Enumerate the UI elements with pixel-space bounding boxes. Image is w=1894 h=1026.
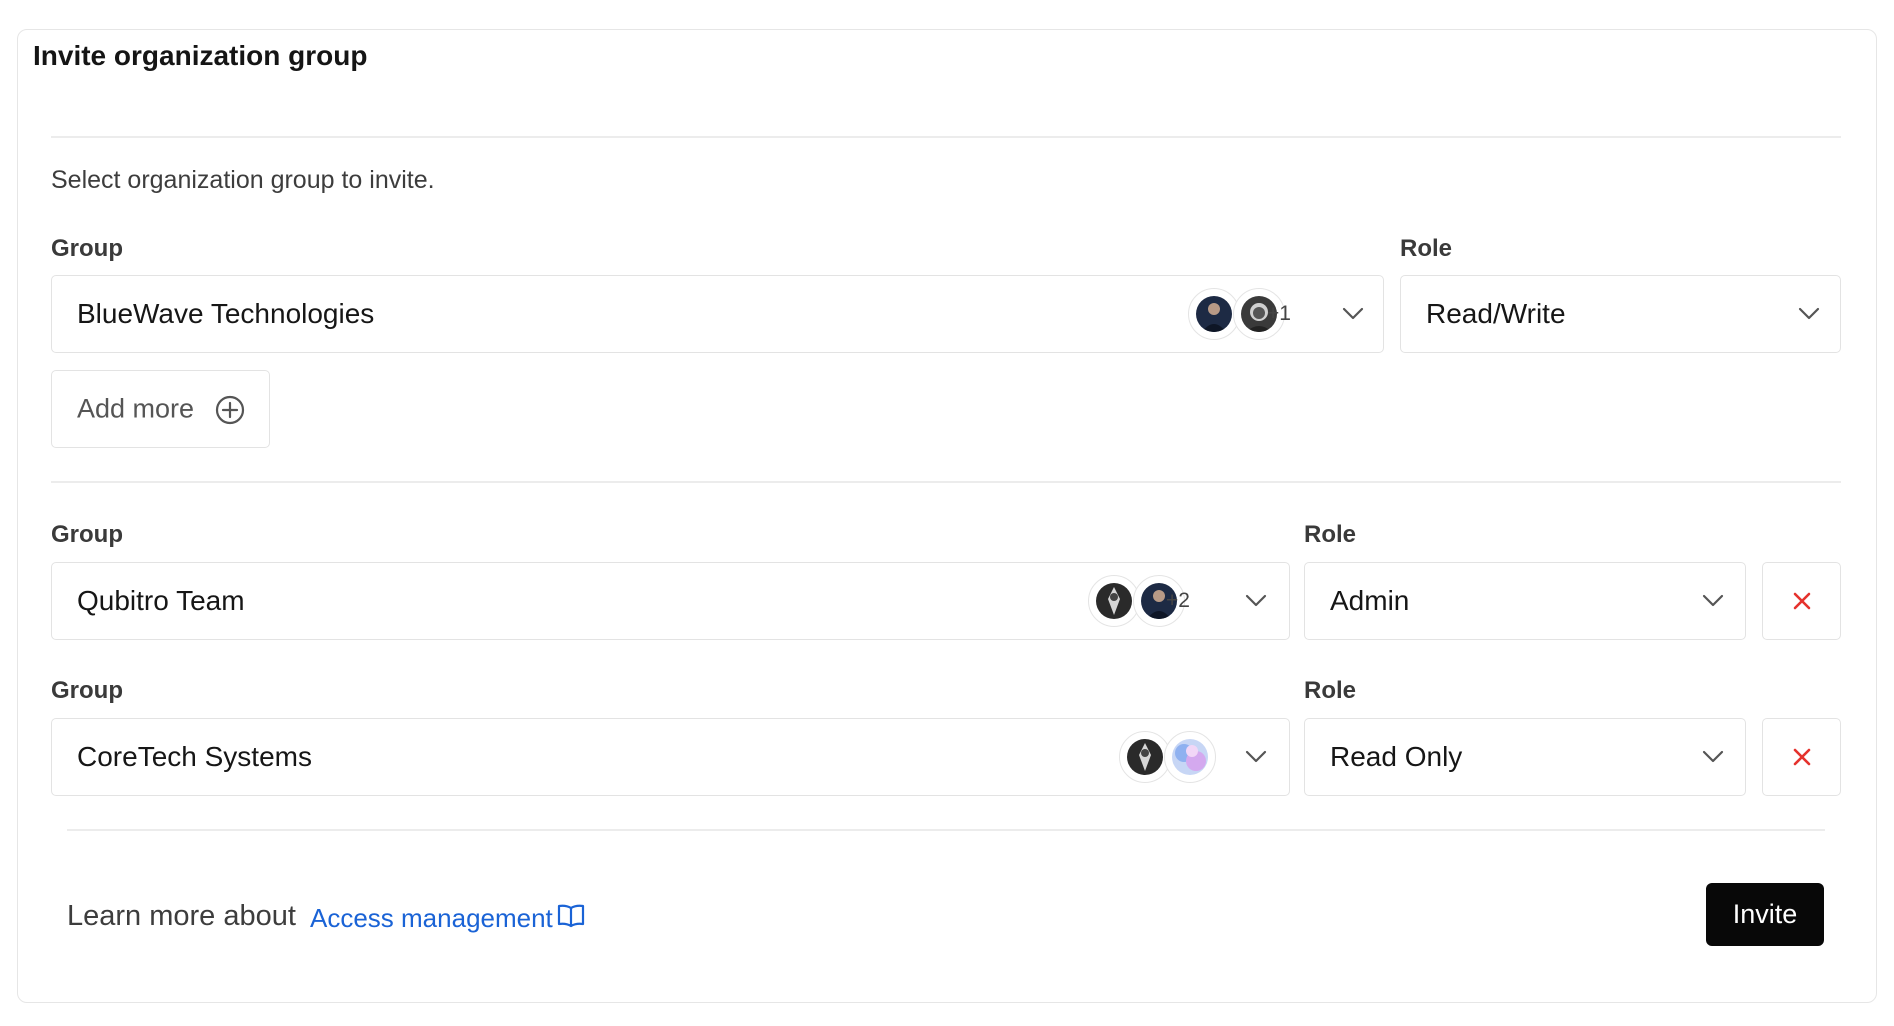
learn-more-text: Learn more about bbox=[67, 900, 296, 932]
group-label: Group bbox=[51, 521, 123, 548]
role-label: Role bbox=[1304, 521, 1357, 548]
add-more-button[interactable]: Add more bbox=[51, 370, 270, 448]
book-open-icon[interactable] bbox=[557, 903, 585, 929]
group-select-value: CoreTech Systems bbox=[77, 741, 312, 772]
remove-row-button[interactable] bbox=[1762, 718, 1841, 796]
access-management-link[interactable]: Access management bbox=[310, 903, 553, 934]
group-label: Group bbox=[51, 677, 123, 704]
role-label: Role bbox=[1400, 235, 1453, 262]
plus-circle-icon bbox=[215, 395, 245, 425]
member-overflow-count: +1 bbox=[1267, 302, 1291, 325]
add-more-label: Add more bbox=[77, 393, 195, 424]
group-select[interactable]: Qubitro Team +2 bbox=[51, 562, 1290, 640]
chevron-down-icon bbox=[1245, 750, 1267, 763]
close-icon bbox=[1793, 748, 1810, 766]
role-label: Role bbox=[1304, 677, 1357, 704]
dialog-subtitle: Select organization group to invite. bbox=[51, 166, 435, 194]
role-select[interactable]: Read Only bbox=[1304, 718, 1746, 796]
member-avatars bbox=[1119, 731, 1219, 783]
group-select[interactable]: CoreTech Systems bbox=[51, 718, 1290, 796]
group-label: Group bbox=[51, 235, 123, 262]
chevron-down-icon bbox=[1702, 594, 1724, 607]
chevron-down-icon bbox=[1702, 750, 1724, 763]
section-divider bbox=[51, 481, 1841, 483]
title-divider bbox=[51, 136, 1841, 138]
close-icon bbox=[1793, 592, 1810, 610]
role-select-value: Read Only bbox=[1330, 741, 1463, 772]
group-select-value: BlueWave Technologies bbox=[77, 298, 375, 329]
role-select[interactable]: Read/Write bbox=[1400, 275, 1841, 353]
role-select-value: Read/Write bbox=[1426, 298, 1566, 329]
chevron-down-icon bbox=[1798, 307, 1820, 320]
group-select-value: Qubitro Team bbox=[77, 585, 245, 616]
role-select-value: Admin bbox=[1330, 585, 1410, 616]
chevron-down-icon bbox=[1245, 594, 1267, 607]
chevron-down-icon bbox=[1342, 307, 1364, 320]
member-overflow-count: +2 bbox=[1166, 589, 1190, 612]
role-select[interactable]: Admin bbox=[1304, 562, 1746, 640]
avatar bbox=[1164, 731, 1216, 783]
invite-button[interactable]: Invite bbox=[1706, 883, 1824, 946]
footer-divider bbox=[67, 829, 1825, 831]
group-select[interactable]: BlueWave Technologies +1 bbox=[51, 275, 1384, 353]
remove-row-button[interactable] bbox=[1762, 562, 1841, 640]
dialog-title: Invite organization group bbox=[33, 40, 368, 71]
